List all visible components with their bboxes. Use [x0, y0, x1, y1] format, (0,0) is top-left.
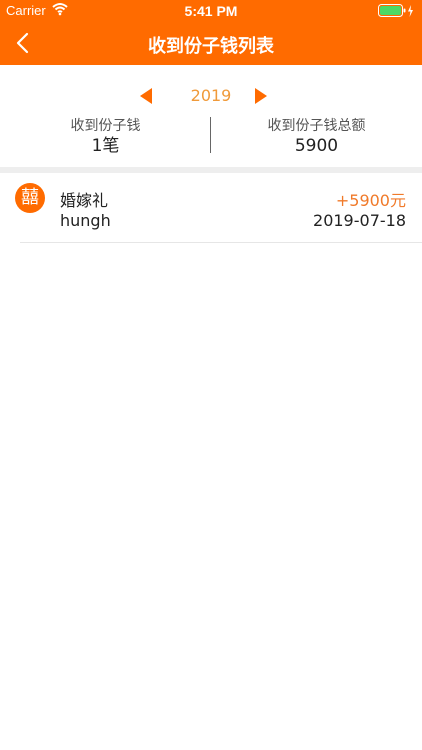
- row-separator: [20, 242, 422, 243]
- total-stat: 收到份子钱总额 5900: [211, 117, 422, 157]
- top-bar: Carrier 5:41 PM 收到份子钱列表: [0, 0, 422, 65]
- double-happiness-icon: 囍: [15, 183, 45, 213]
- item-title: 婚嫁礼: [60, 191, 109, 210]
- gift-money-list: 囍 婚嫁礼 hungh +5900元 2019-07-18: [0, 173, 422, 243]
- count-label: 收到份子钱: [70, 118, 141, 134]
- navigation-bar: 收到份子钱列表: [0, 22, 422, 65]
- status-time: 5:41 PM: [184, 3, 238, 19]
- item-giver-name: hungh: [60, 211, 111, 230]
- total-value: 5900: [294, 136, 339, 156]
- page-title: 收到份子钱列表: [148, 36, 274, 57]
- total-label: 收到份子钱总额: [267, 118, 366, 134]
- list-item[interactable]: 囍 婚嫁礼 hungh +5900元 2019-07-18: [0, 173, 422, 243]
- next-year-button[interactable]: [255, 88, 267, 104]
- battery-icon: [378, 4, 413, 17]
- year-selector: 2019: [0, 85, 422, 107]
- status-bar: Carrier 5:41 PM: [0, 0, 422, 22]
- year-label: 2019: [190, 86, 232, 105]
- count-value: 1笔: [91, 136, 120, 156]
- count-stat: 收到份子钱 1笔: [0, 117, 211, 157]
- summary-panel: 2019 收到份子钱 1笔 收到份子钱总额 5900: [0, 65, 422, 167]
- item-date: 2019-07-18: [313, 211, 406, 230]
- item-amount: +5900元: [335, 191, 406, 210]
